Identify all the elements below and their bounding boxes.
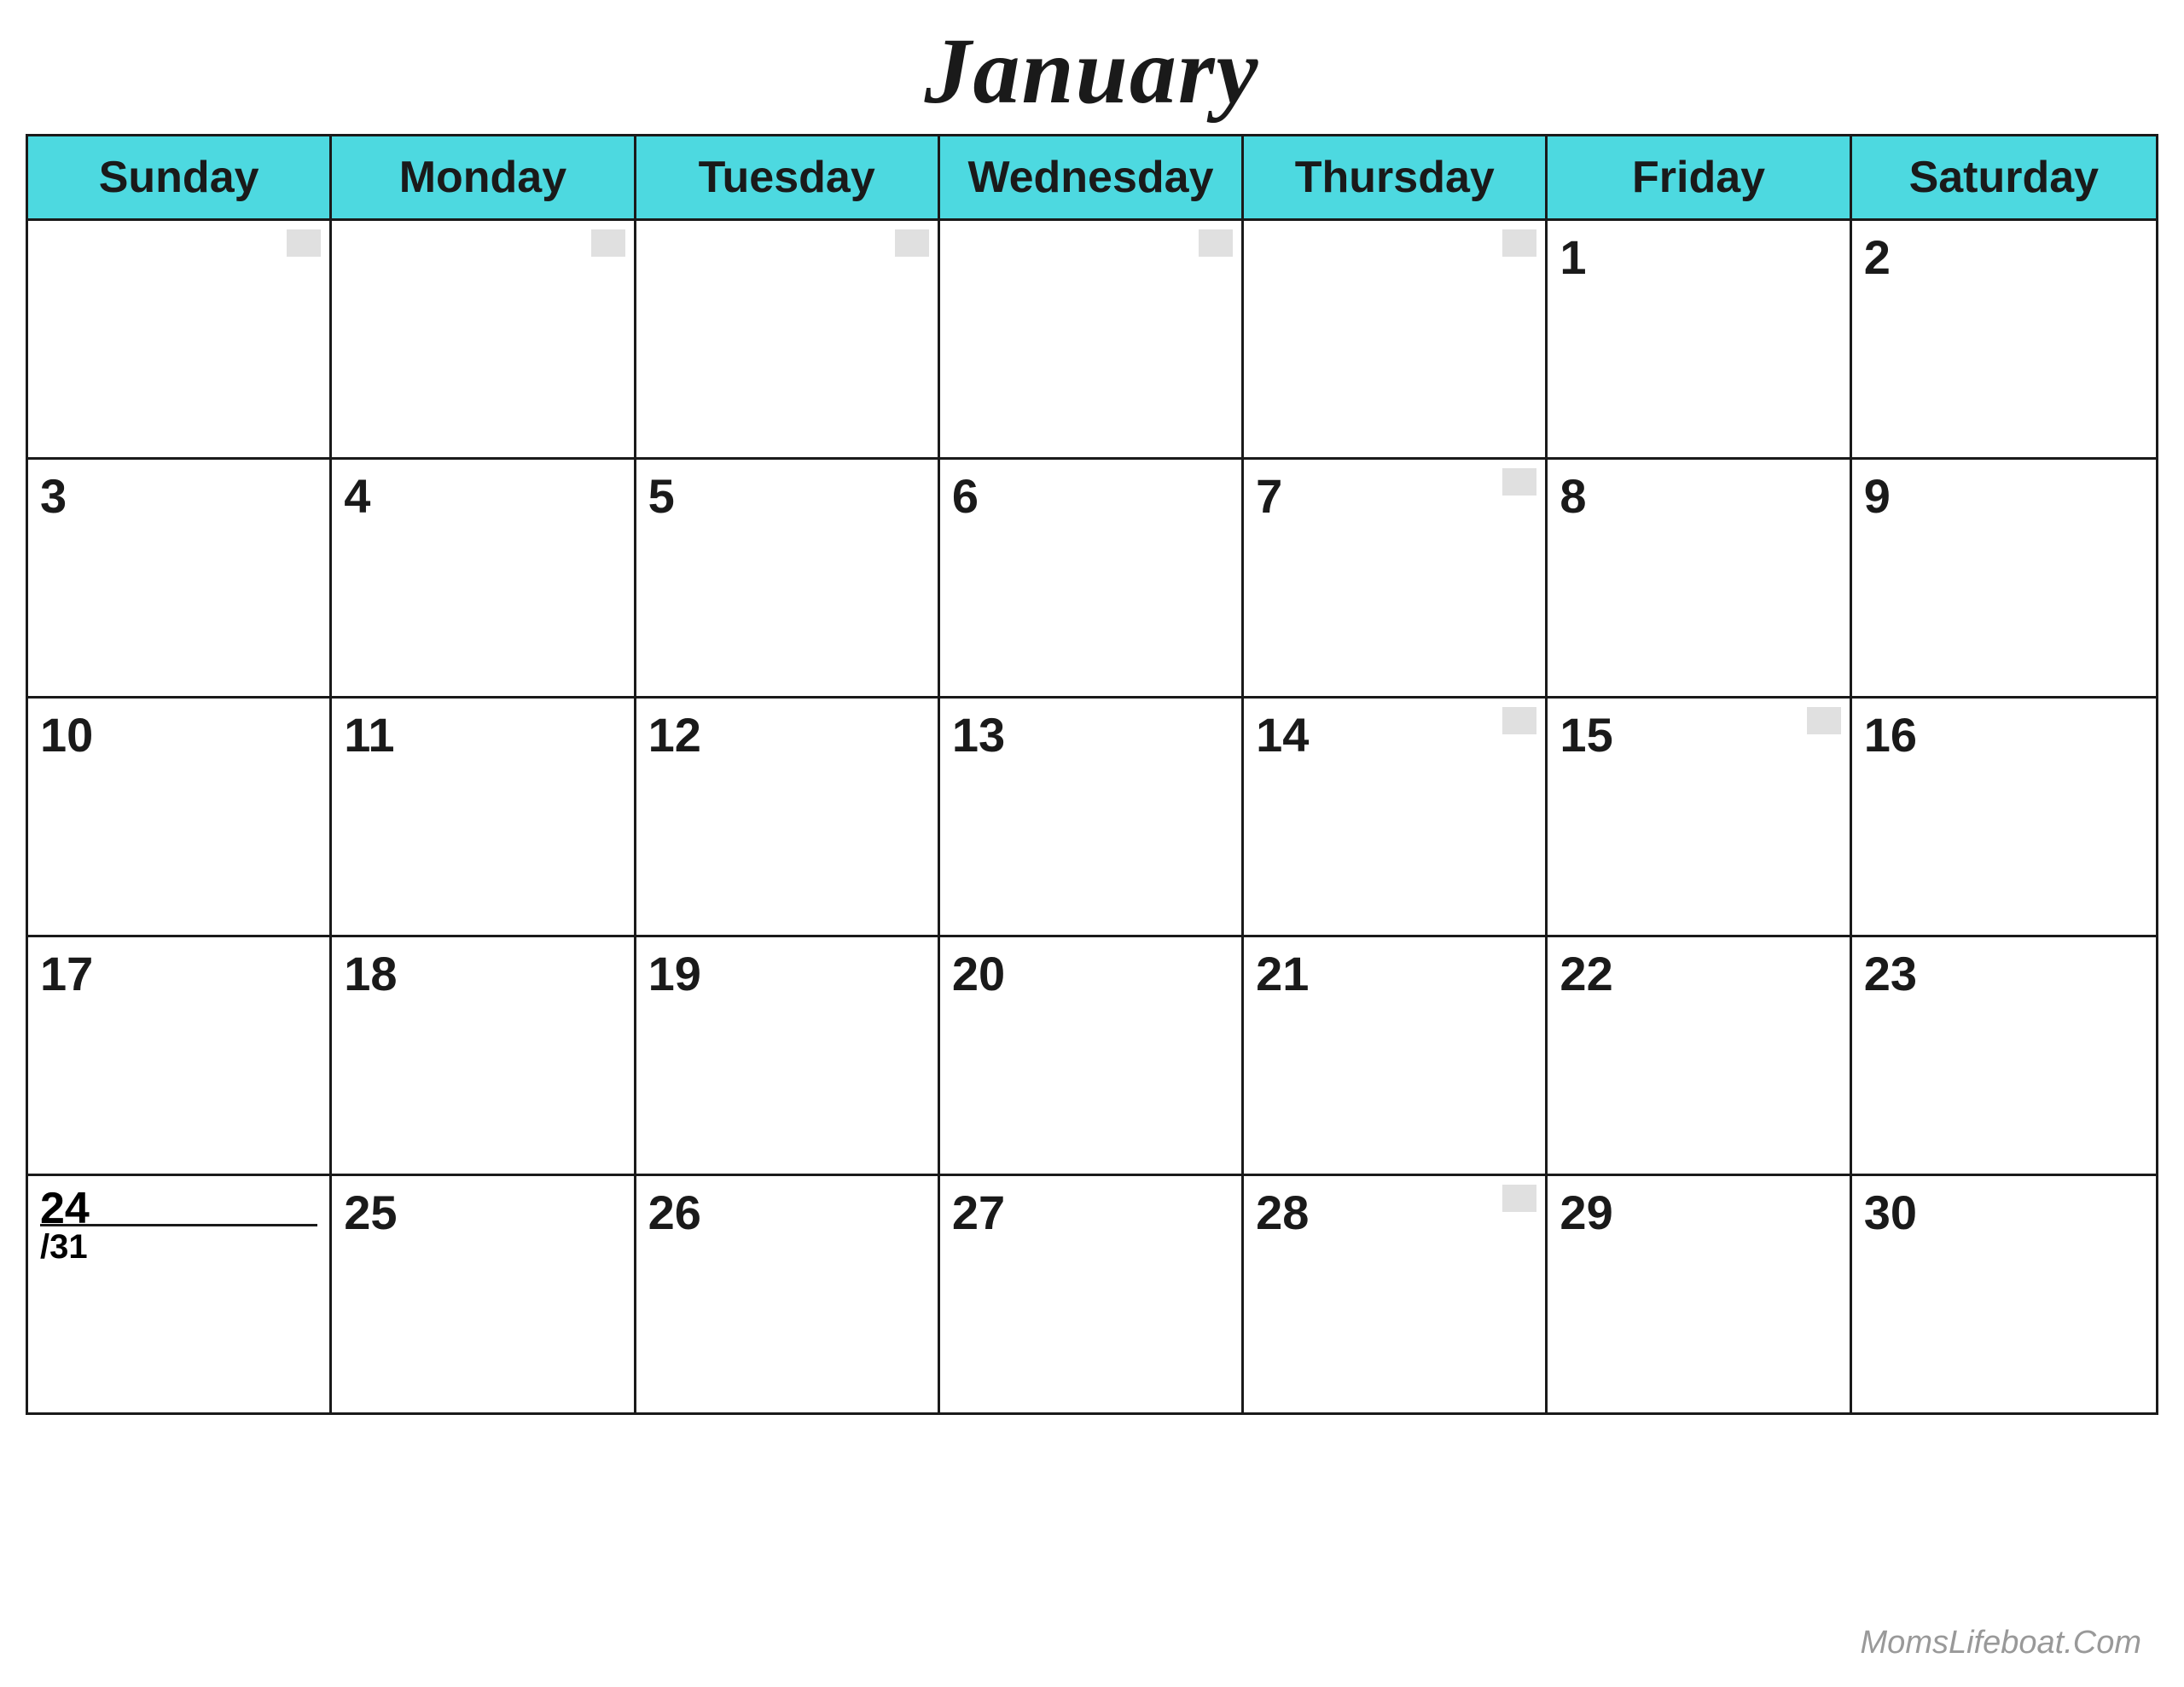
cell-jan-25[interactable]: 25 xyxy=(332,1174,636,1412)
header-sunday: Sunday xyxy=(28,136,332,218)
day-17: 17 xyxy=(40,947,93,1000)
cell-w1-thu[interactable] xyxy=(1244,218,1548,457)
cell-jan-11[interactable]: 11 xyxy=(332,696,636,935)
day-23: 23 xyxy=(1864,947,1917,1000)
header-friday: Friday xyxy=(1548,136,1851,218)
cell-jan-22[interactable]: 22 xyxy=(1548,935,1851,1174)
cell-jan-27[interactable]: 27 xyxy=(940,1174,1244,1412)
day-2: 2 xyxy=(1864,230,1891,284)
cell-jan-3[interactable]: 3 xyxy=(28,457,332,696)
cell-jan-2[interactable]: 2 xyxy=(1852,218,2156,457)
day-27: 27 xyxy=(952,1186,1005,1239)
cell-jan-7[interactable]: 7 xyxy=(1244,457,1548,696)
day-7: 7 xyxy=(1256,469,1282,523)
cell-jan-26[interactable]: 26 xyxy=(636,1174,940,1412)
cell-w1-wed[interactable] xyxy=(940,218,1244,457)
day-18: 18 xyxy=(344,947,397,1000)
day-26: 26 xyxy=(648,1186,701,1239)
header-saturday: Saturday xyxy=(1852,136,2156,218)
cell-jan-20[interactable]: 20 xyxy=(940,935,1244,1174)
calendar-header: Sunday Monday Tuesday Wednesday Thursday… xyxy=(28,136,2156,218)
day-9: 9 xyxy=(1864,469,1891,523)
cell-jan-19[interactable]: 19 xyxy=(636,935,940,1174)
cell-w1-mon[interactable] xyxy=(332,218,636,457)
cell-jan-10[interactable]: 10 xyxy=(28,696,332,935)
day-25: 25 xyxy=(344,1186,397,1239)
day-22: 22 xyxy=(1560,947,1612,1000)
cell-jan-17[interactable]: 17 xyxy=(28,935,332,1174)
day-11: 11 xyxy=(344,708,394,762)
day-20: 20 xyxy=(952,947,1005,1000)
cell-jan-13[interactable]: 13 xyxy=(940,696,1244,935)
day-14: 14 xyxy=(1256,708,1309,762)
cell-jan-16[interactable]: 16 xyxy=(1852,696,2156,935)
month-title: January xyxy=(925,17,1260,125)
calendar: Sunday Monday Tuesday Wednesday Thursday… xyxy=(26,134,2158,1415)
cell-jan-8[interactable]: 8 xyxy=(1548,457,1851,696)
cell-jan-30[interactable]: 30 xyxy=(1852,1174,2156,1412)
day-1: 1 xyxy=(1560,230,1586,284)
header-thursday: Thursday xyxy=(1244,136,1548,218)
header-monday: Monday xyxy=(332,136,636,218)
cell-jan-12[interactable]: 12 xyxy=(636,696,940,935)
header-tuesday: Tuesday xyxy=(636,136,940,218)
cell-jan-18[interactable]: 18 xyxy=(332,935,636,1174)
cell-jan-24-31[interactable]: 24 /31 xyxy=(28,1174,332,1412)
cell-jan-23[interactable]: 23 xyxy=(1852,935,2156,1174)
day-29: 29 xyxy=(1560,1186,1612,1239)
cell-jan-4[interactable]: 4 xyxy=(332,457,636,696)
day-5: 5 xyxy=(648,469,675,523)
day-28: 28 xyxy=(1256,1186,1309,1239)
day-6: 6 xyxy=(952,469,979,523)
cell-jan-29[interactable]: 29 xyxy=(1548,1174,1851,1412)
day-30: 30 xyxy=(1864,1186,1917,1239)
day-24-31: 24 /31 xyxy=(40,1186,317,1267)
header-wednesday: Wednesday xyxy=(940,136,1244,218)
cell-jan-21[interactable]: 21 xyxy=(1244,935,1548,1174)
day-10: 10 xyxy=(40,708,93,762)
day-16: 16 xyxy=(1864,708,1917,762)
cell-jan-28[interactable]: 28 xyxy=(1244,1174,1548,1412)
watermark: MomsLifeboat.Com xyxy=(1861,1625,2141,1661)
day-3: 3 xyxy=(40,469,67,523)
cell-jan-15[interactable]: 15 xyxy=(1548,696,1851,935)
cell-jan-14[interactable]: 14 xyxy=(1244,696,1548,935)
calendar-grid: 1 2 3 4 5 6 7 8 9 10 xyxy=(28,218,2156,1412)
day-8: 8 xyxy=(1560,469,1586,523)
day-12: 12 xyxy=(648,708,701,762)
day-19: 19 xyxy=(648,947,701,1000)
day-15: 15 xyxy=(1560,708,1612,762)
cell-jan-5[interactable]: 5 xyxy=(636,457,940,696)
cell-jan-9[interactable]: 9 xyxy=(1852,457,2156,696)
day-4: 4 xyxy=(344,469,370,523)
cell-w1-tue[interactable] xyxy=(636,218,940,457)
day-13: 13 xyxy=(952,708,1005,762)
cell-w1-sun[interactable] xyxy=(28,218,332,457)
cell-jan-1[interactable]: 1 xyxy=(1548,218,1851,457)
cell-jan-6[interactable]: 6 xyxy=(940,457,1244,696)
day-21: 21 xyxy=(1256,947,1309,1000)
